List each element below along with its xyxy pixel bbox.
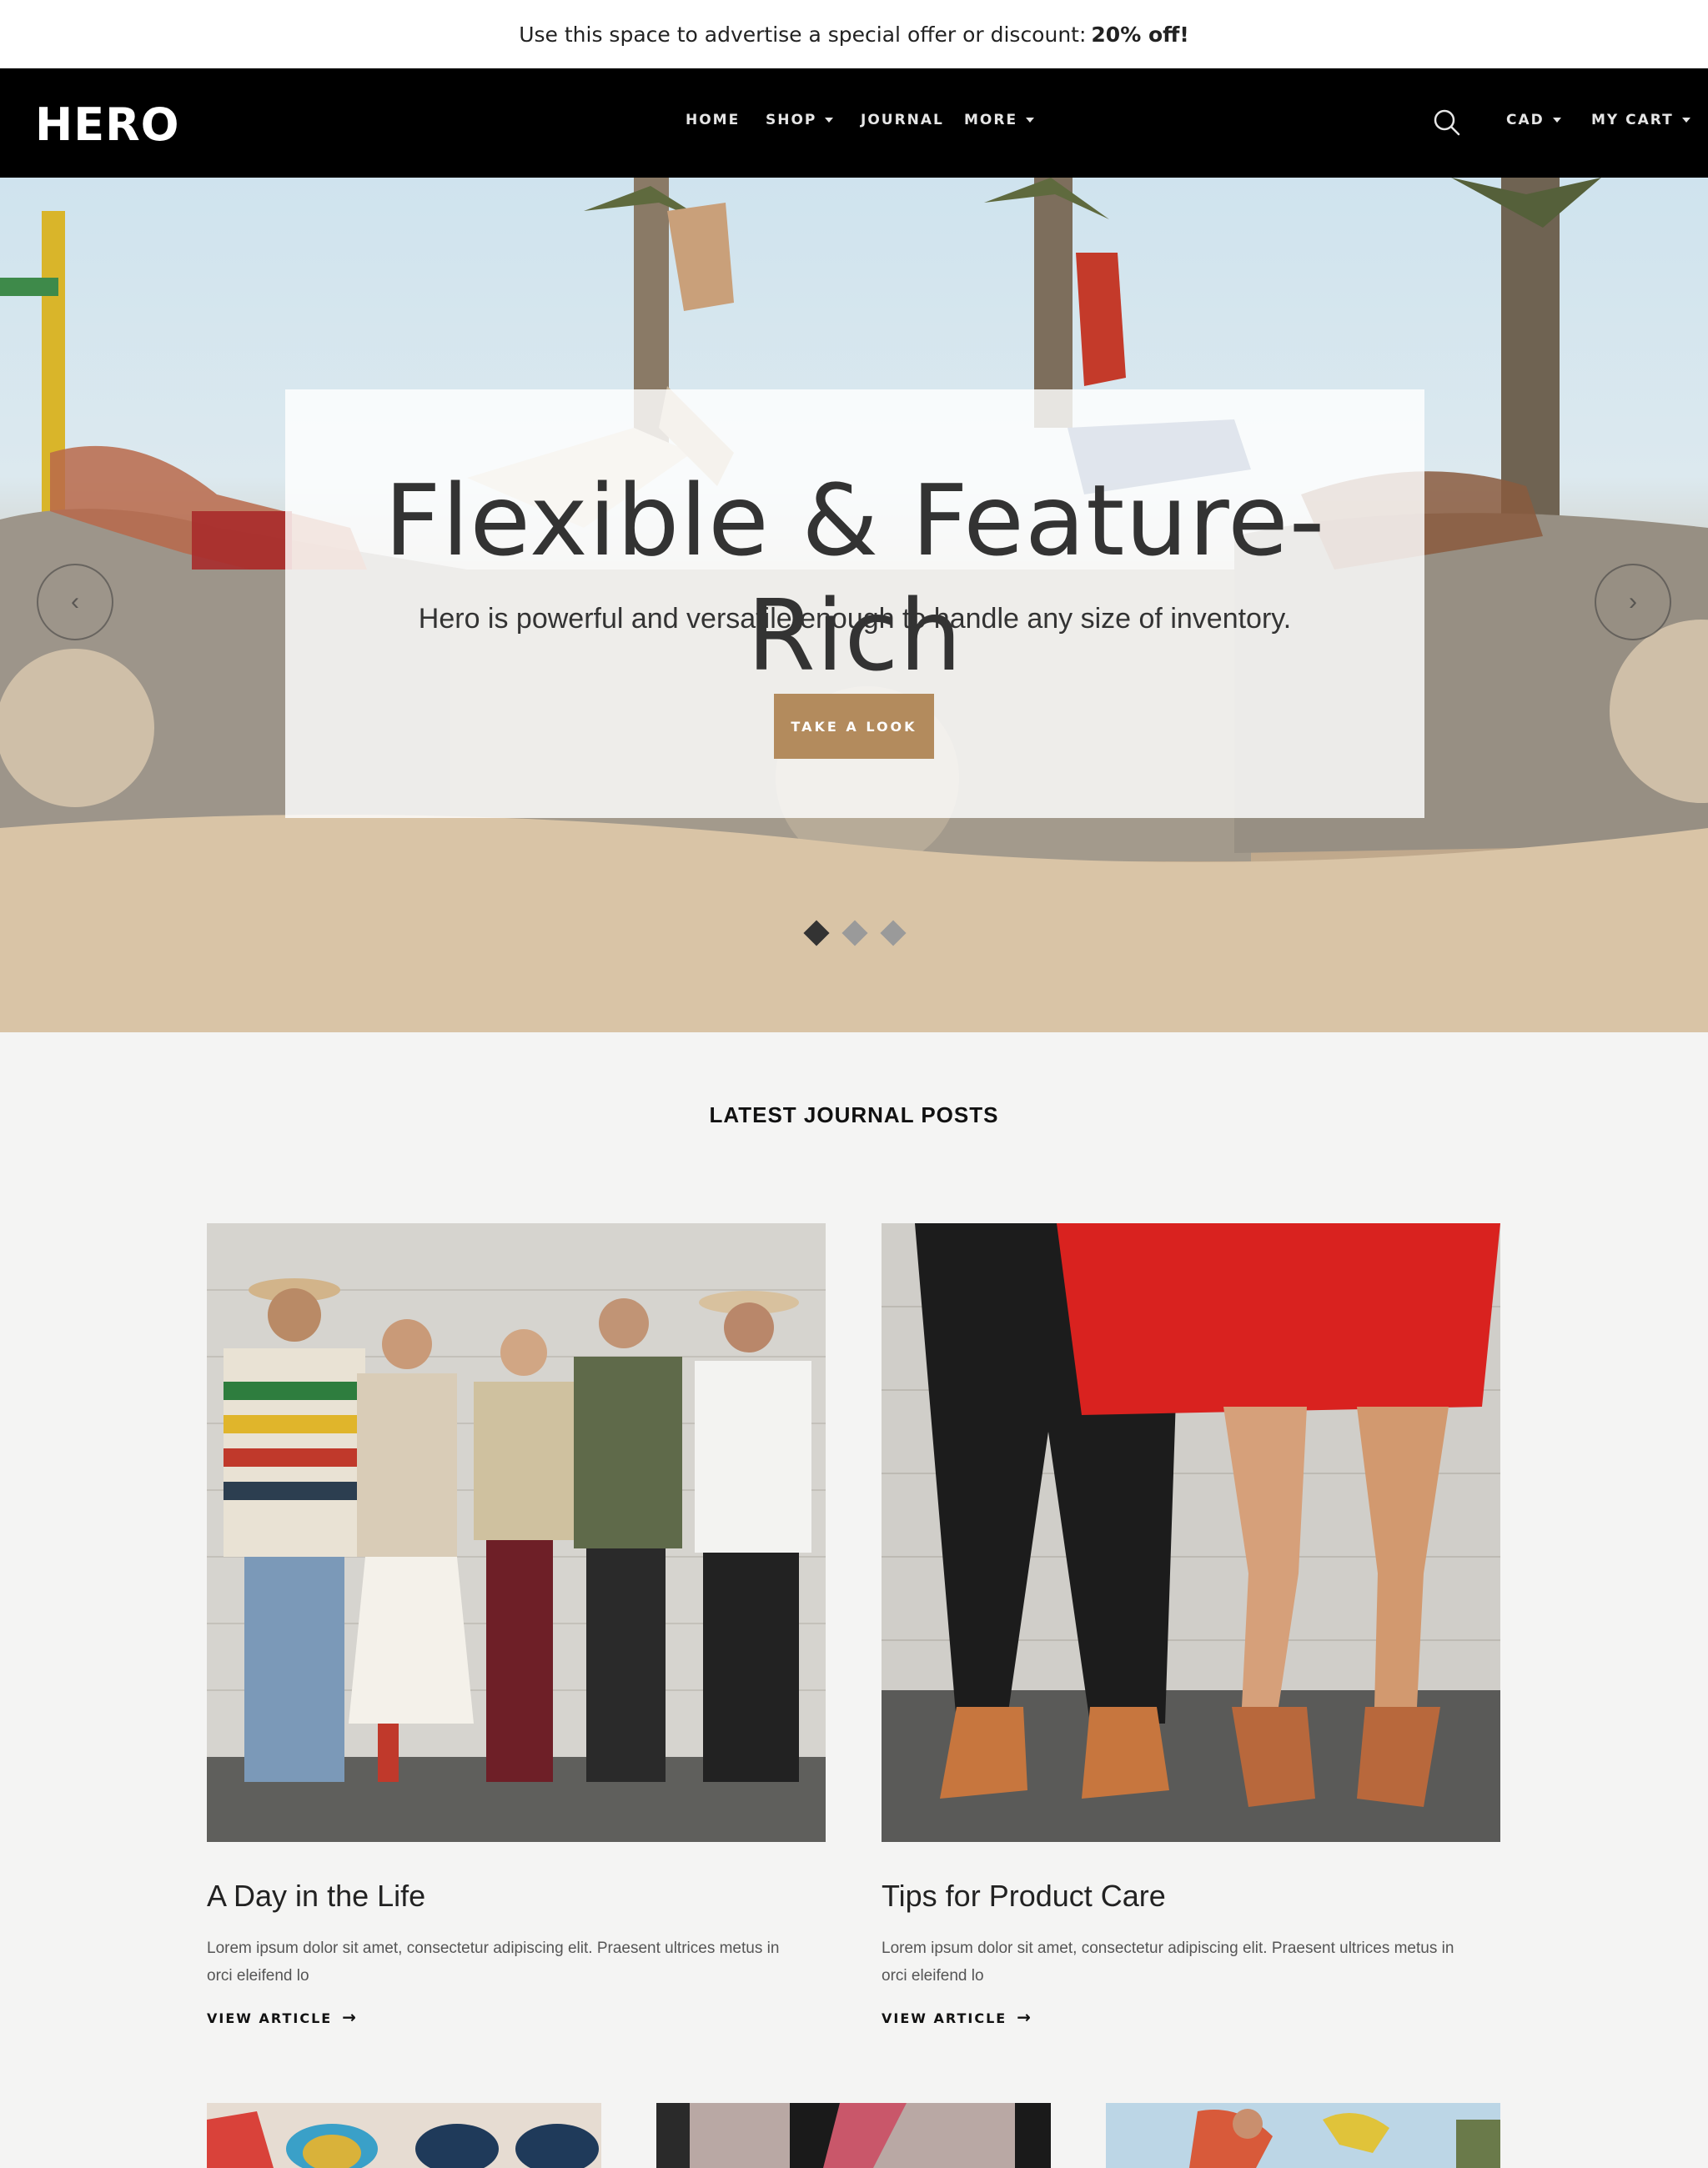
nav-home[interactable]: HOME bbox=[686, 112, 740, 128]
hero-slider: Flexible & Feature-Rich Hero is powerful… bbox=[0, 178, 1708, 1032]
journal-post-image[interactable] bbox=[207, 1223, 826, 1842]
nav-more-label: MORE bbox=[964, 112, 1018, 128]
site-header: HERO HOME SHOP JOURNAL MORE CAD MY CART bbox=[0, 68, 1708, 178]
nav-shop[interactable]: SHOP bbox=[766, 112, 834, 128]
nav-journal[interactable]: JOURNAL bbox=[861, 112, 944, 128]
nav-more[interactable]: MORE bbox=[964, 112, 1035, 128]
street-thumbnail-image bbox=[656, 2103, 1051, 2168]
nav-shop-label: SHOP bbox=[766, 112, 817, 128]
arrow-right-icon: → bbox=[342, 2007, 358, 2027]
take-a-look-button[interactable]: TAKE A LOOK bbox=[774, 694, 934, 759]
currency-label: CAD bbox=[1506, 112, 1545, 128]
view-article-link[interactable]: VIEW ARTICLE → bbox=[882, 2007, 1032, 2027]
view-article-label: VIEW ARTICLE bbox=[882, 2010, 1007, 2026]
logo[interactable]: HERO bbox=[35, 98, 180, 151]
journal-heading: LATEST JOURNAL POSTS bbox=[709, 1102, 999, 1127]
post-excerpt: Lorem ipsum dolor sit amet, consectetur … bbox=[207, 1940, 780, 1985]
announcement-highlight: 20% off! bbox=[1091, 22, 1189, 47]
announcement-bar: Use this space to advertise a special of… bbox=[0, 0, 1708, 68]
swing-thumbnail-image bbox=[1106, 2103, 1500, 2168]
shoes-thumbnail-image bbox=[207, 2103, 601, 2168]
hero-subtitle: Hero is powerful and versatile enough to… bbox=[418, 603, 1292, 635]
currency-selector[interactable]: CAD bbox=[1506, 112, 1561, 128]
journal-post-image[interactable] bbox=[1106, 2103, 1500, 2168]
cart-button[interactable]: MY CART bbox=[1591, 112, 1690, 128]
chevron-right-icon: › bbox=[1629, 588, 1637, 615]
arrow-right-icon: → bbox=[1017, 2007, 1032, 2027]
chevron-left-icon: ‹ bbox=[71, 588, 79, 615]
chevron-down-icon bbox=[825, 118, 834, 123]
nav-journal-label: JOURNAL bbox=[861, 112, 944, 128]
legs-shoes-image bbox=[882, 1223, 1500, 1842]
chevron-down-icon bbox=[1681, 118, 1690, 123]
slider-prev-button[interactable]: ‹ bbox=[37, 564, 113, 640]
group-photo-image bbox=[207, 1223, 826, 1842]
hero-caption-panel: Flexible & Feature-Rich Hero is powerful… bbox=[285, 389, 1424, 818]
slider-next-button[interactable]: › bbox=[1595, 564, 1671, 640]
chevron-down-icon bbox=[1552, 118, 1561, 123]
announcement-text: Use this space to advertise a special of… bbox=[519, 22, 1087, 47]
post-title[interactable]: Tips for Product Care bbox=[882, 1879, 1166, 1914]
search-icon[interactable] bbox=[1433, 108, 1461, 137]
view-article-label: VIEW ARTICLE bbox=[207, 2010, 333, 2026]
cart-label: MY CART bbox=[1591, 112, 1674, 128]
journal-post-image[interactable] bbox=[656, 2103, 1051, 2168]
hero-title: Flexible & Feature-Rich bbox=[384, 463, 1326, 693]
chevron-down-icon bbox=[1026, 118, 1035, 123]
post-excerpt: Lorem ipsum dolor sit amet, consectetur … bbox=[882, 1940, 1454, 1985]
post-title[interactable]: A Day in the Life bbox=[207, 1879, 425, 1914]
view-article-link[interactable]: VIEW ARTICLE → bbox=[207, 2007, 358, 2027]
nav-home-label: HOME bbox=[686, 112, 741, 128]
journal-post-image[interactable] bbox=[882, 1223, 1500, 1842]
journal-post-image[interactable] bbox=[207, 2103, 601, 2168]
